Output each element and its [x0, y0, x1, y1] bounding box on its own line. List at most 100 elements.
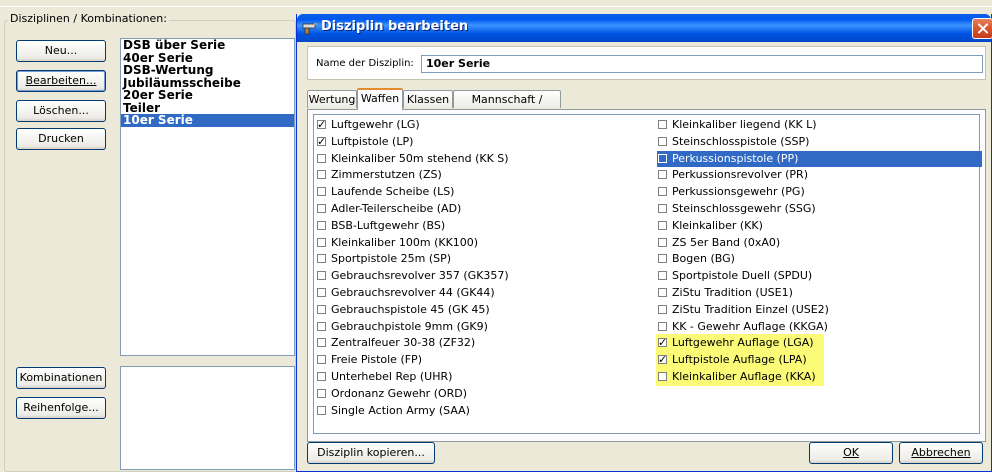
checkbox-icon[interactable]	[317, 271, 326, 281]
checkbox-icon[interactable]	[658, 321, 667, 331]
weapon-checkbox-row[interactable]: Kleinkaliber (KK)	[657, 218, 982, 235]
combinations-button[interactable]: Kombinationen	[16, 367, 106, 389]
weapon-label: Steinschlosspistole (SSP)	[672, 134, 810, 148]
weapon-label: ZiStu Tradition (USE1)	[672, 285, 793, 299]
checkbox-icon[interactable]	[317, 220, 326, 230]
checkbox-icon[interactable]	[317, 254, 326, 264]
checkbox-icon[interactable]	[658, 203, 667, 213]
tab-klassen[interactable]: Klassen	[403, 90, 453, 108]
weapon-checkbox-row[interactable]: ZS 5er Band (0xA0)	[657, 235, 982, 252]
new-button[interactable]: Neu...	[16, 40, 106, 62]
checkbox-icon[interactable]	[658, 237, 667, 247]
group-title: Disziplinen / Kombinationen:	[8, 12, 169, 25]
checkbox-icon[interactable]	[658, 254, 667, 264]
weapon-label: Sportpistole Duell (SPDU)	[672, 269, 813, 283]
weapon-checkbox-row[interactable]: Gebrauchspistole 45 (GK 45)	[316, 302, 509, 319]
checkbox-checked-icon[interactable]	[658, 335, 667, 352]
tab-wertung[interactable]: Wertung	[307, 90, 357, 108]
checkbox-icon[interactable]	[658, 170, 667, 180]
list-item[interactable]: DSB über Serie	[121, 39, 294, 52]
weapon-checkbox-row[interactable]: Kleinkaliber 100m (KK100)	[316, 235, 509, 252]
order-button[interactable]: Reihenfolge...	[16, 397, 106, 419]
weapon-checkbox-row[interactable]: Freie Pistole (FP)	[316, 352, 509, 369]
weapon-checkbox-row[interactable]: Adler-Teilerscheibe (AD)	[316, 201, 509, 218]
delete-button[interactable]: Löschen...	[16, 100, 106, 122]
weapon-checkbox-row[interactable]: Perkussionsrevolver (PR)	[657, 167, 982, 184]
tab-waffen[interactable]: Waffen	[357, 88, 403, 110]
checkbox-checked-icon[interactable]	[658, 352, 667, 369]
checkbox-icon[interactable]	[317, 187, 326, 197]
weapon-checkbox-row[interactable]: Laufende Scheibe (LS)	[316, 184, 509, 201]
checkbox-icon[interactable]	[658, 220, 667, 230]
weapon-checkbox-row[interactable]: Ordonanz Gewehr (ORD)	[316, 386, 509, 403]
weapon-checkbox-row[interactable]: Bogen (BG)	[657, 251, 982, 268]
checkbox-icon[interactable]	[317, 338, 326, 348]
checkbox-icon[interactable]	[658, 304, 667, 314]
checkbox-checked-icon[interactable]	[317, 134, 326, 151]
ok-button[interactable]: OK	[809, 442, 893, 464]
checkbox-icon[interactable]	[317, 203, 326, 213]
weapon-checkbox-row[interactable]: Gebrauchsrevolver 44 (GK44)	[316, 285, 509, 302]
edit-button[interactable]: Bearbeiten...	[16, 70, 106, 92]
checkbox-icon[interactable]	[317, 237, 326, 247]
weapon-checkbox-row[interactable]: Unterhebel Rep (UHR)	[316, 369, 509, 386]
list-item-selected[interactable]: 10er Serie	[121, 114, 294, 127]
dialog-titlebar[interactable]: Disziplin bearbeiten	[297, 14, 992, 42]
checkbox-icon[interactable]	[658, 136, 667, 146]
weapon-checkbox-row[interactable]: Gebrauchsrevolver 357 (GK357)	[316, 268, 509, 285]
checkbox-icon[interactable]	[317, 287, 326, 297]
checkbox-icon[interactable]	[658, 287, 667, 297]
weapon-checkbox-row[interactable]: Kleinkaliber liegend (KK L)	[657, 117, 982, 134]
list-item[interactable]: DSB-Wertung	[121, 64, 294, 77]
discipline-list[interactable]: DSB über Serie 40er Serie DSB-Wertung Ju…	[120, 38, 295, 356]
weapon-checkbox-row[interactable]: Kleinkaliber 50m stehend (KK S)	[316, 151, 509, 168]
checkbox-icon[interactable]	[317, 321, 326, 331]
weapons-checklist[interactable]: Luftgewehr (LG) Luftpistole (LP) Kleinkali…	[313, 114, 982, 434]
tab-mannschaft[interactable]: Mannschaft / Verein	[453, 90, 561, 124]
weapon-checkbox-row[interactable]: BSB-Luftgewehr (BS)	[316, 218, 509, 235]
weapon-checkbox-row[interactable]: Single Action Army (SAA)	[316, 403, 509, 420]
checkbox-icon[interactable]	[658, 120, 667, 129]
print-button[interactable]: Drucken	[16, 128, 106, 150]
weapon-checkbox-row[interactable]: Luftpistole Auflage (LPA)	[657, 352, 982, 369]
weapon-checkbox-row[interactable]: Zimmerstutzen (ZS)	[316, 167, 509, 184]
checkbox-icon[interactable]	[317, 405, 326, 415]
weapon-label: Laufende Scheibe (LS)	[331, 185, 455, 199]
weapon-checkbox-row[interactable]: Steinschlosspistole (SSP)	[657, 134, 982, 151]
close-icon[interactable]	[972, 18, 992, 39]
weapon-checkbox-row[interactable]: Sportpistole 25m (SP)	[316, 251, 509, 268]
checkbox-icon[interactable]	[658, 153, 667, 163]
checkbox-icon[interactable]	[317, 371, 326, 381]
weapon-checkbox-row[interactable]: Zentralfeuer 30-38 (ZF32)	[316, 335, 509, 352]
cancel-button[interactable]: Abbrechen	[899, 442, 983, 464]
weapon-checkbox-row[interactable]: Steinschlossgewehr (SSG)	[657, 201, 982, 218]
weapon-label: Freie Pistole (FP)	[331, 353, 422, 367]
weapon-checkbox-row[interactable]: ZiStu Tradition Einzel (USE2)	[657, 302, 982, 319]
weapon-checkbox-row[interactable]: Sportpistole Duell (SPDU)	[657, 268, 982, 285]
weapon-label: Kleinkaliber (KK)	[672, 218, 763, 232]
weapons-tab-panel: Luftgewehr (LG) Luftpistole (LP) Kleinkali…	[307, 109, 986, 442]
checkbox-icon[interactable]	[658, 271, 667, 281]
weapon-checkbox-row[interactable]: Luftpistole (LP)	[316, 134, 509, 151]
weapon-checkbox-row[interactable]: Perkussionspistole (PP)	[657, 150, 982, 168]
discipline-name-input[interactable]: 10er Serie	[421, 55, 983, 73]
weapon-checkbox-row[interactable]: Luftgewehr (LG)	[316, 117, 509, 134]
checkbox-icon[interactable]	[317, 153, 326, 163]
weapon-checkbox-row[interactable]: Luftgewehr Auflage (LGA)	[657, 335, 982, 352]
checkbox-icon[interactable]	[658, 371, 667, 381]
copy-discipline-button[interactable]: Disziplin kopieren...	[307, 442, 435, 464]
checkbox-icon[interactable]	[317, 170, 326, 180]
weapon-checkbox-row[interactable]: Gebrauchpistole 9mm (GK9)	[316, 319, 509, 336]
checkbox-icon[interactable]	[317, 355, 326, 365]
weapon-checkbox-row[interactable]: ZiStu Tradition (USE1)	[657, 285, 982, 302]
checkbox-icon[interactable]	[317, 304, 326, 314]
combination-list[interactable]	[120, 366, 295, 470]
weapon-label: Gebrauchsrevolver 44 (GK44)	[331, 285, 495, 299]
weapon-checkbox-row[interactable]: Kleinkaliber Auflage (KKA)	[657, 369, 982, 386]
list-item[interactable]: 20er Serie	[121, 89, 294, 102]
checkbox-icon[interactable]	[317, 388, 326, 398]
weapon-checkbox-row[interactable]: Perkussionsgewehr (PG)	[657, 184, 982, 201]
checkbox-icon[interactable]	[658, 187, 667, 197]
checkbox-checked-icon[interactable]	[317, 117, 326, 134]
weapon-checkbox-row[interactable]: KK - Gewehr Auflage (KKGA)	[657, 319, 982, 336]
